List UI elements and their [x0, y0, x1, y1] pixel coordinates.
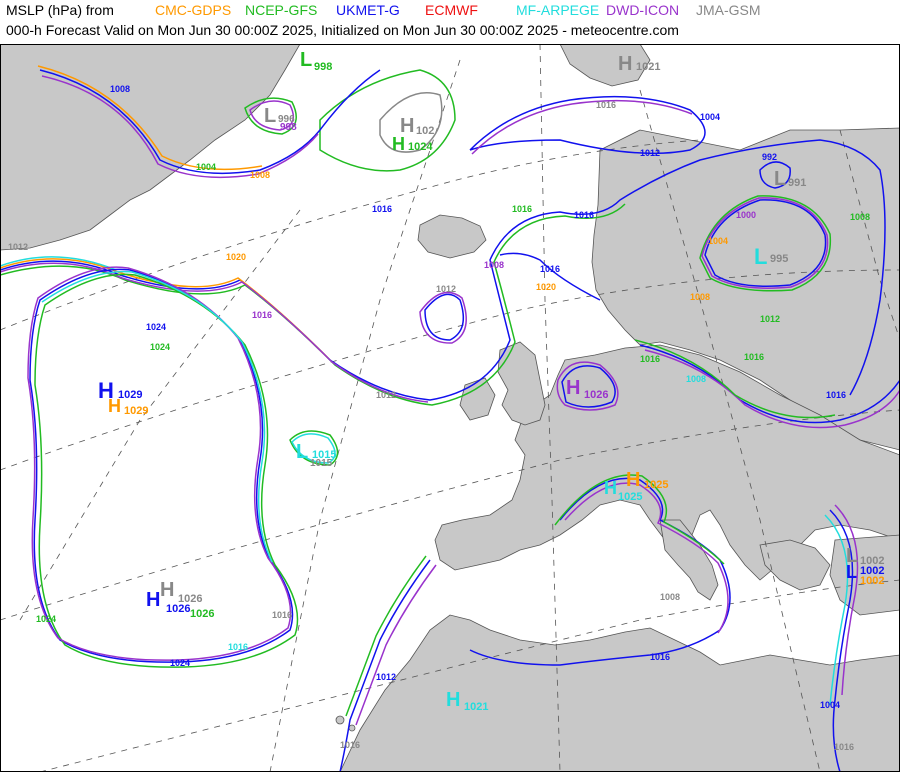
center-value: 995 — [770, 253, 788, 265]
isobar-label: 1016 — [574, 210, 594, 220]
center-value: 998 — [280, 122, 297, 133]
isobar-label: 1004 — [700, 112, 720, 122]
svg-text:L: L — [296, 441, 308, 463]
isobar-label: 1016 — [340, 740, 360, 750]
isobar-label: 1016 — [252, 310, 272, 320]
center-value: 1025 — [618, 491, 642, 503]
isobar-label: 1012 — [760, 314, 780, 324]
isobar-label: 1008 — [660, 592, 680, 602]
center-value: 1026 — [584, 389, 608, 401]
chart-title: MSLP (hPa) from — [6, 2, 114, 18]
isobar-label: 1020 — [226, 252, 246, 262]
isobar-label: 1016 — [272, 610, 292, 620]
isobar-label: 1004 — [820, 700, 840, 710]
mslp-map: H 1029 H 1029 H 1026 H 1026 1026 L 1015 … — [0, 44, 900, 772]
isobar-label: 1012 — [376, 672, 396, 682]
svg-text:H: H — [618, 53, 632, 75]
svg-text:L: L — [754, 244, 767, 269]
isobar-label: 1016 — [650, 652, 670, 662]
island-a — [335, 715, 345, 725]
isobar-label: 1016 — [834, 742, 854, 752]
isobar-label: 1004 — [196, 162, 216, 172]
model-legend-icon: DWD-ICON — [606, 2, 680, 18]
isobar-label: 1008 — [850, 212, 870, 222]
isobar-label: 1024 — [36, 614, 56, 624]
isobar-label: 1020 — [536, 282, 556, 292]
isobar-label: 1016 — [596, 100, 616, 110]
isobar-label: 1012 — [376, 390, 396, 400]
center-value: 1021 — [464, 701, 488, 713]
svg-text:H: H — [604, 478, 617, 498]
svg-text:L: L — [774, 168, 786, 190]
center-value: 102 — [416, 125, 434, 137]
svg-text:L: L — [264, 105, 276, 127]
center-value: 991 — [788, 177, 806, 189]
model-legend-arpege: MF-ARPEGE — [516, 2, 600, 18]
model-legend-ecmwf: ECMWF — [425, 2, 478, 18]
svg-text:L: L — [300, 49, 312, 71]
center-value: 1002 — [860, 575, 884, 587]
center-value: 1026 — [190, 608, 214, 620]
chart-header: MSLP (hPa) from CMC-GDPS NCEP-GFS UKMET-… — [0, 0, 900, 44]
isobar-label: 1008 — [690, 292, 710, 302]
isobar-label: 1016 — [228, 642, 248, 652]
isobar-label: 1016 — [744, 352, 764, 362]
isobar-label: 992 — [762, 152, 777, 162]
model-legend-jma: JMA-GSM — [696, 2, 761, 18]
svg-text:H: H — [626, 469, 640, 491]
isobar-label: 1024 — [150, 342, 170, 352]
isobar-label: 1016 — [540, 264, 560, 274]
model-legend-gfs: NCEP-GFS — [245, 2, 318, 18]
svg-text:H: H — [108, 396, 121, 416]
svg-text:H: H — [160, 579, 174, 601]
center-value: 1025 — [644, 479, 668, 491]
model-legend-cmc: CMC-GDPS — [155, 2, 232, 18]
isobar-label: 1012 — [640, 148, 660, 158]
svg-text:H: H — [446, 689, 460, 711]
isobar-label: 1016 — [640, 354, 660, 364]
isobar-label: 1008 — [250, 170, 270, 180]
isobar-label: 1008 — [110, 84, 130, 94]
center-value: 1029 — [124, 405, 148, 417]
chart-subtitle: 000-h Forecast Valid on Mon Jun 30 00:00… — [6, 22, 679, 38]
isobar-label: 1000 — [736, 210, 756, 220]
svg-text:H: H — [400, 115, 414, 137]
isobar-label: 1008 — [686, 374, 706, 384]
low-center-turkey-3: 1002 — [860, 575, 884, 587]
isobar-label: 1012 — [8, 242, 28, 252]
isobar-label: 1012 — [436, 284, 456, 294]
isobar-label: 1016 — [512, 204, 532, 214]
island-b — [348, 724, 356, 732]
low-center-greenland-3: 998 — [280, 122, 297, 133]
svg-text:H: H — [392, 134, 405, 154]
svg-text:L: L — [846, 562, 857, 582]
isobar-label: 1008 — [484, 260, 504, 270]
low-center-atlantic-2: 1015 — [310, 458, 333, 469]
map-canvas: H 1029 H 1029 H 1026 H 1026 1026 L 1015 … — [0, 44, 900, 772]
isobar-label: 1024 — [170, 658, 190, 668]
isobar-label: 1024 — [146, 322, 166, 332]
center-value: 1021 — [636, 61, 660, 73]
isobar-label: 1016 — [372, 204, 392, 214]
model-legend-ukmet: UKMET-G — [336, 2, 400, 18]
isobar-label: 1004 — [708, 236, 728, 246]
center-value: 998 — [314, 61, 332, 73]
center-value: 1029 — [118, 389, 142, 401]
center-value: 1015 — [310, 458, 333, 469]
svg-text:H: H — [146, 589, 160, 611]
center-value: 1024 — [408, 141, 433, 153]
svg-text:H: H — [566, 377, 580, 399]
center-value: 1026 — [178, 593, 202, 605]
isobar-label: 1016 — [826, 390, 846, 400]
title-prefix: MSLP (hPa) from — [6, 2, 114, 18]
high-center-south-3: 1026 — [190, 608, 214, 620]
